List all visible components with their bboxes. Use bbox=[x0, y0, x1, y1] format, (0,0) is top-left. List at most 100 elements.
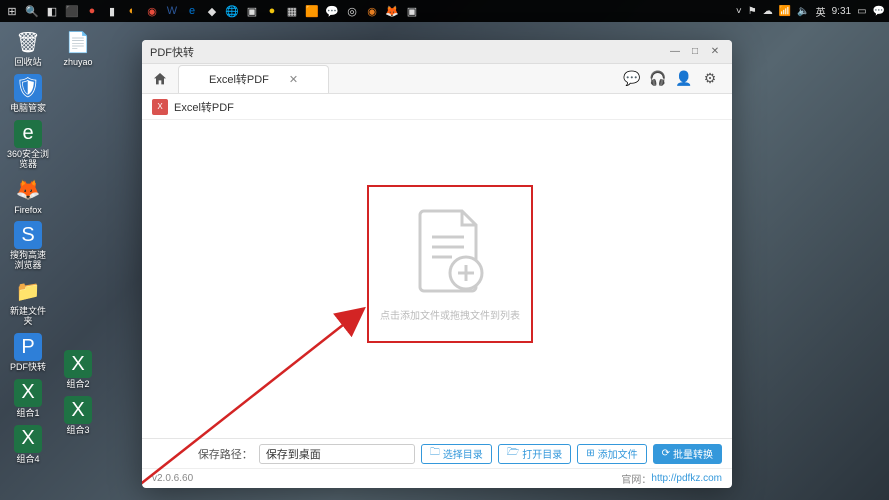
app-icon[interactable]: ⬛ bbox=[64, 3, 80, 19]
save-path-input[interactable] bbox=[259, 444, 415, 464]
taskbar-tray: ˅ ⚑ ☁ 📶 🔈 英 9:31 ▭ 💬 bbox=[736, 4, 885, 19]
home-button[interactable] bbox=[146, 65, 174, 93]
desktop-icon[interactable]: S搜狗高速浏览器 bbox=[6, 221, 50, 271]
select-dir-button[interactable]: 🗀选择目录 bbox=[421, 444, 492, 464]
desktop-icon[interactable]: P PDF快转 bbox=[6, 333, 50, 373]
app-icon[interactable]: ● bbox=[84, 3, 100, 19]
tab-label: Excel转PDF bbox=[209, 71, 269, 87]
taskview-icon[interactable]: ◧ bbox=[44, 3, 60, 19]
app-icon: X bbox=[14, 379, 42, 407]
icon-label: zhuyao bbox=[63, 58, 92, 68]
icon-label: 搜狗高速浏览器 bbox=[6, 251, 50, 271]
app-icon[interactable]: ▣ bbox=[244, 3, 260, 19]
desktop-icon[interactable]: X组合1 bbox=[6, 379, 50, 419]
tray-icon[interactable]: ⚑ bbox=[748, 6, 757, 17]
chevron-up-icon[interactable]: ˅ bbox=[736, 6, 742, 17]
site-label: 官网： bbox=[621, 471, 651, 486]
icon-label: 新建文件夹 bbox=[6, 307, 50, 327]
desktop-icon[interactable]: 🦊 Firefox bbox=[6, 176, 50, 216]
network-icon[interactable]: 📶 bbox=[779, 6, 791, 17]
desktop-icon[interactable]: e360安全浏览器 bbox=[6, 120, 50, 170]
tab-close-icon[interactable]: ✕ bbox=[289, 73, 298, 86]
add-file-icon bbox=[410, 207, 490, 297]
icon-label: 回收站 bbox=[14, 58, 41, 68]
save-path-label: 保存路径： bbox=[198, 446, 253, 462]
cloud-icon[interactable]: ☁ bbox=[763, 6, 773, 17]
app-icon: X bbox=[64, 350, 92, 378]
search-icon[interactable]: 🔍 bbox=[24, 3, 40, 19]
open-dir-button[interactable]: 🗁打开目录 bbox=[498, 444, 571, 464]
app-icon[interactable]: ◉ bbox=[144, 3, 160, 19]
notifications-icon[interactable]: 💬 bbox=[873, 6, 885, 17]
start-icon[interactable]: ⊞ bbox=[4, 3, 20, 19]
icon-label: 组合4 bbox=[16, 455, 39, 465]
toolbar-right-icons: 💬 🎧 👤 ⚙ bbox=[624, 71, 728, 87]
app-icon[interactable]: ◐ bbox=[124, 3, 140, 19]
maximize-button[interactable]: □ bbox=[686, 43, 704, 61]
window-controls: — □ ✕ bbox=[666, 43, 724, 61]
app-icon: 📁 bbox=[14, 277, 42, 305]
app-icon: X bbox=[64, 396, 92, 424]
icon-label: 组合3 bbox=[66, 426, 89, 436]
app-icon[interactable]: ◉ bbox=[364, 3, 380, 19]
minimize-button[interactable]: — bbox=[666, 43, 684, 61]
tab-excel-to-pdf[interactable]: Excel转PDF ✕ bbox=[178, 65, 329, 93]
status-bar: v2.0.6.60 官网： http://pdfkz.com bbox=[142, 468, 732, 488]
home-icon bbox=[152, 71, 168, 87]
drop-zone[interactable]: 点击添加文件或拖拽文件到列表 bbox=[367, 185, 533, 343]
breadcrumb-label: Excel转PDF bbox=[174, 99, 234, 115]
add-file-button[interactable]: ⊞添加文件 bbox=[577, 444, 646, 464]
user-icon[interactable]: 👤 bbox=[676, 71, 692, 87]
app-icon: P bbox=[14, 333, 42, 361]
tray-icon[interactable]: ▭ bbox=[857, 6, 866, 17]
app-icon[interactable]: ◆ bbox=[204, 3, 220, 19]
app-icon: X bbox=[14, 425, 42, 453]
desktop-icon[interactable]: X组合2 bbox=[56, 350, 100, 390]
app-icon[interactable]: ▮ bbox=[104, 3, 120, 19]
app-icon[interactable]: ◎ bbox=[344, 3, 360, 19]
app-icon[interactable]: ▣ bbox=[404, 3, 420, 19]
drop-hint: 点击添加文件或拖拽文件到列表 bbox=[380, 307, 520, 322]
headphones-icon[interactable]: 🎧 bbox=[650, 71, 666, 87]
icon-label: Firefox bbox=[14, 206, 42, 216]
settings-icon[interactable]: ⚙ bbox=[702, 71, 718, 87]
icon-label: 电脑管家 bbox=[10, 104, 46, 114]
word-icon[interactable]: W bbox=[164, 3, 180, 19]
desktop-icon[interactable]: 🛡 电脑管家 bbox=[6, 74, 50, 114]
desktop-icon[interactable]: 📄zhuyao bbox=[56, 28, 100, 68]
app-icon: 🦊 bbox=[14, 176, 42, 204]
chat-icon[interactable]: 💬 bbox=[624, 71, 640, 87]
site-link[interactable]: http://pdfkz.com bbox=[651, 473, 722, 484]
app-icon: S bbox=[14, 221, 42, 249]
desktop-icons-col1: 🗑回收站 🛡 电脑管家 e360安全浏览器 🦊 Firefox S搜狗高速浏览器 📁新建文件夹… bbox=[6, 28, 50, 465]
volume-icon[interactable]: 🔈 bbox=[797, 6, 809, 17]
wechat-icon[interactable]: 💬 bbox=[324, 3, 340, 19]
app-icon[interactable]: ▦ bbox=[284, 3, 300, 19]
desktop-icon[interactable]: 🗑回收站 bbox=[6, 28, 50, 68]
window-title: PDF快转 bbox=[150, 44, 666, 60]
app-icon[interactable]: 🟧 bbox=[304, 3, 320, 19]
close-button[interactable]: ✕ bbox=[706, 43, 724, 61]
app-icon: 🛡 bbox=[14, 74, 42, 102]
titlebar: PDF快转 — □ ✕ bbox=[142, 40, 732, 64]
plus-icon: ⊞ bbox=[586, 448, 594, 459]
breadcrumb: X Excel转PDF bbox=[142, 94, 732, 120]
clock[interactable]: 9:31 bbox=[832, 6, 851, 17]
batch-convert-button[interactable]: ⟳批量转换 bbox=[653, 444, 722, 464]
app-icon: e bbox=[14, 120, 42, 148]
desktop-icon[interactable]: X 组合3 bbox=[56, 396, 100, 436]
bottom-bar: 保存路径： 🗀选择目录 🗁打开目录 ⊞添加文件 ⟳批量转换 bbox=[142, 438, 732, 468]
icon-label: 360安全浏览器 bbox=[6, 150, 50, 170]
ime-indicator[interactable]: 英 bbox=[816, 4, 826, 19]
desktop-icon[interactable]: 📁新建文件夹 bbox=[6, 277, 50, 327]
folder-icon: 🗀 bbox=[430, 445, 440, 462]
toolbar: Excel转PDF ✕ 💬 🎧 👤 ⚙ bbox=[142, 64, 732, 94]
icon-label: PDF快转 bbox=[10, 363, 46, 373]
desktop-icon[interactable]: X 组合4 bbox=[6, 425, 50, 465]
chrome-icon[interactable]: 🌐 bbox=[224, 3, 240, 19]
edge-icon[interactable]: e bbox=[184, 3, 200, 19]
app-icon[interactable]: ● bbox=[264, 3, 280, 19]
firefox-icon[interactable]: 🦊 bbox=[384, 3, 400, 19]
folder-open-icon: 🗁 bbox=[507, 445, 519, 462]
main-area: 点击添加文件或拖拽文件到列表 bbox=[142, 120, 732, 438]
